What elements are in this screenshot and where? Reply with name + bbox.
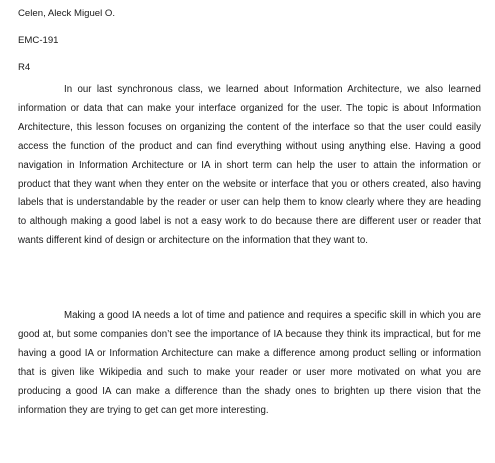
author-name: Celen, Aleck Miguel O.: [18, 8, 116, 19]
body-paragraph-1: In our last synchronous class, we learne…: [18, 84, 481, 247]
document-page: Celen, Aleck Miguel O. EMC-191 R4 In our…: [0, 0, 495, 463]
assignment-code: R4: [18, 62, 31, 73]
course-code: EMC-191: [18, 35, 59, 46]
body-paragraph-2: Making a good IA needs a lot of time and…: [18, 310, 481, 416]
